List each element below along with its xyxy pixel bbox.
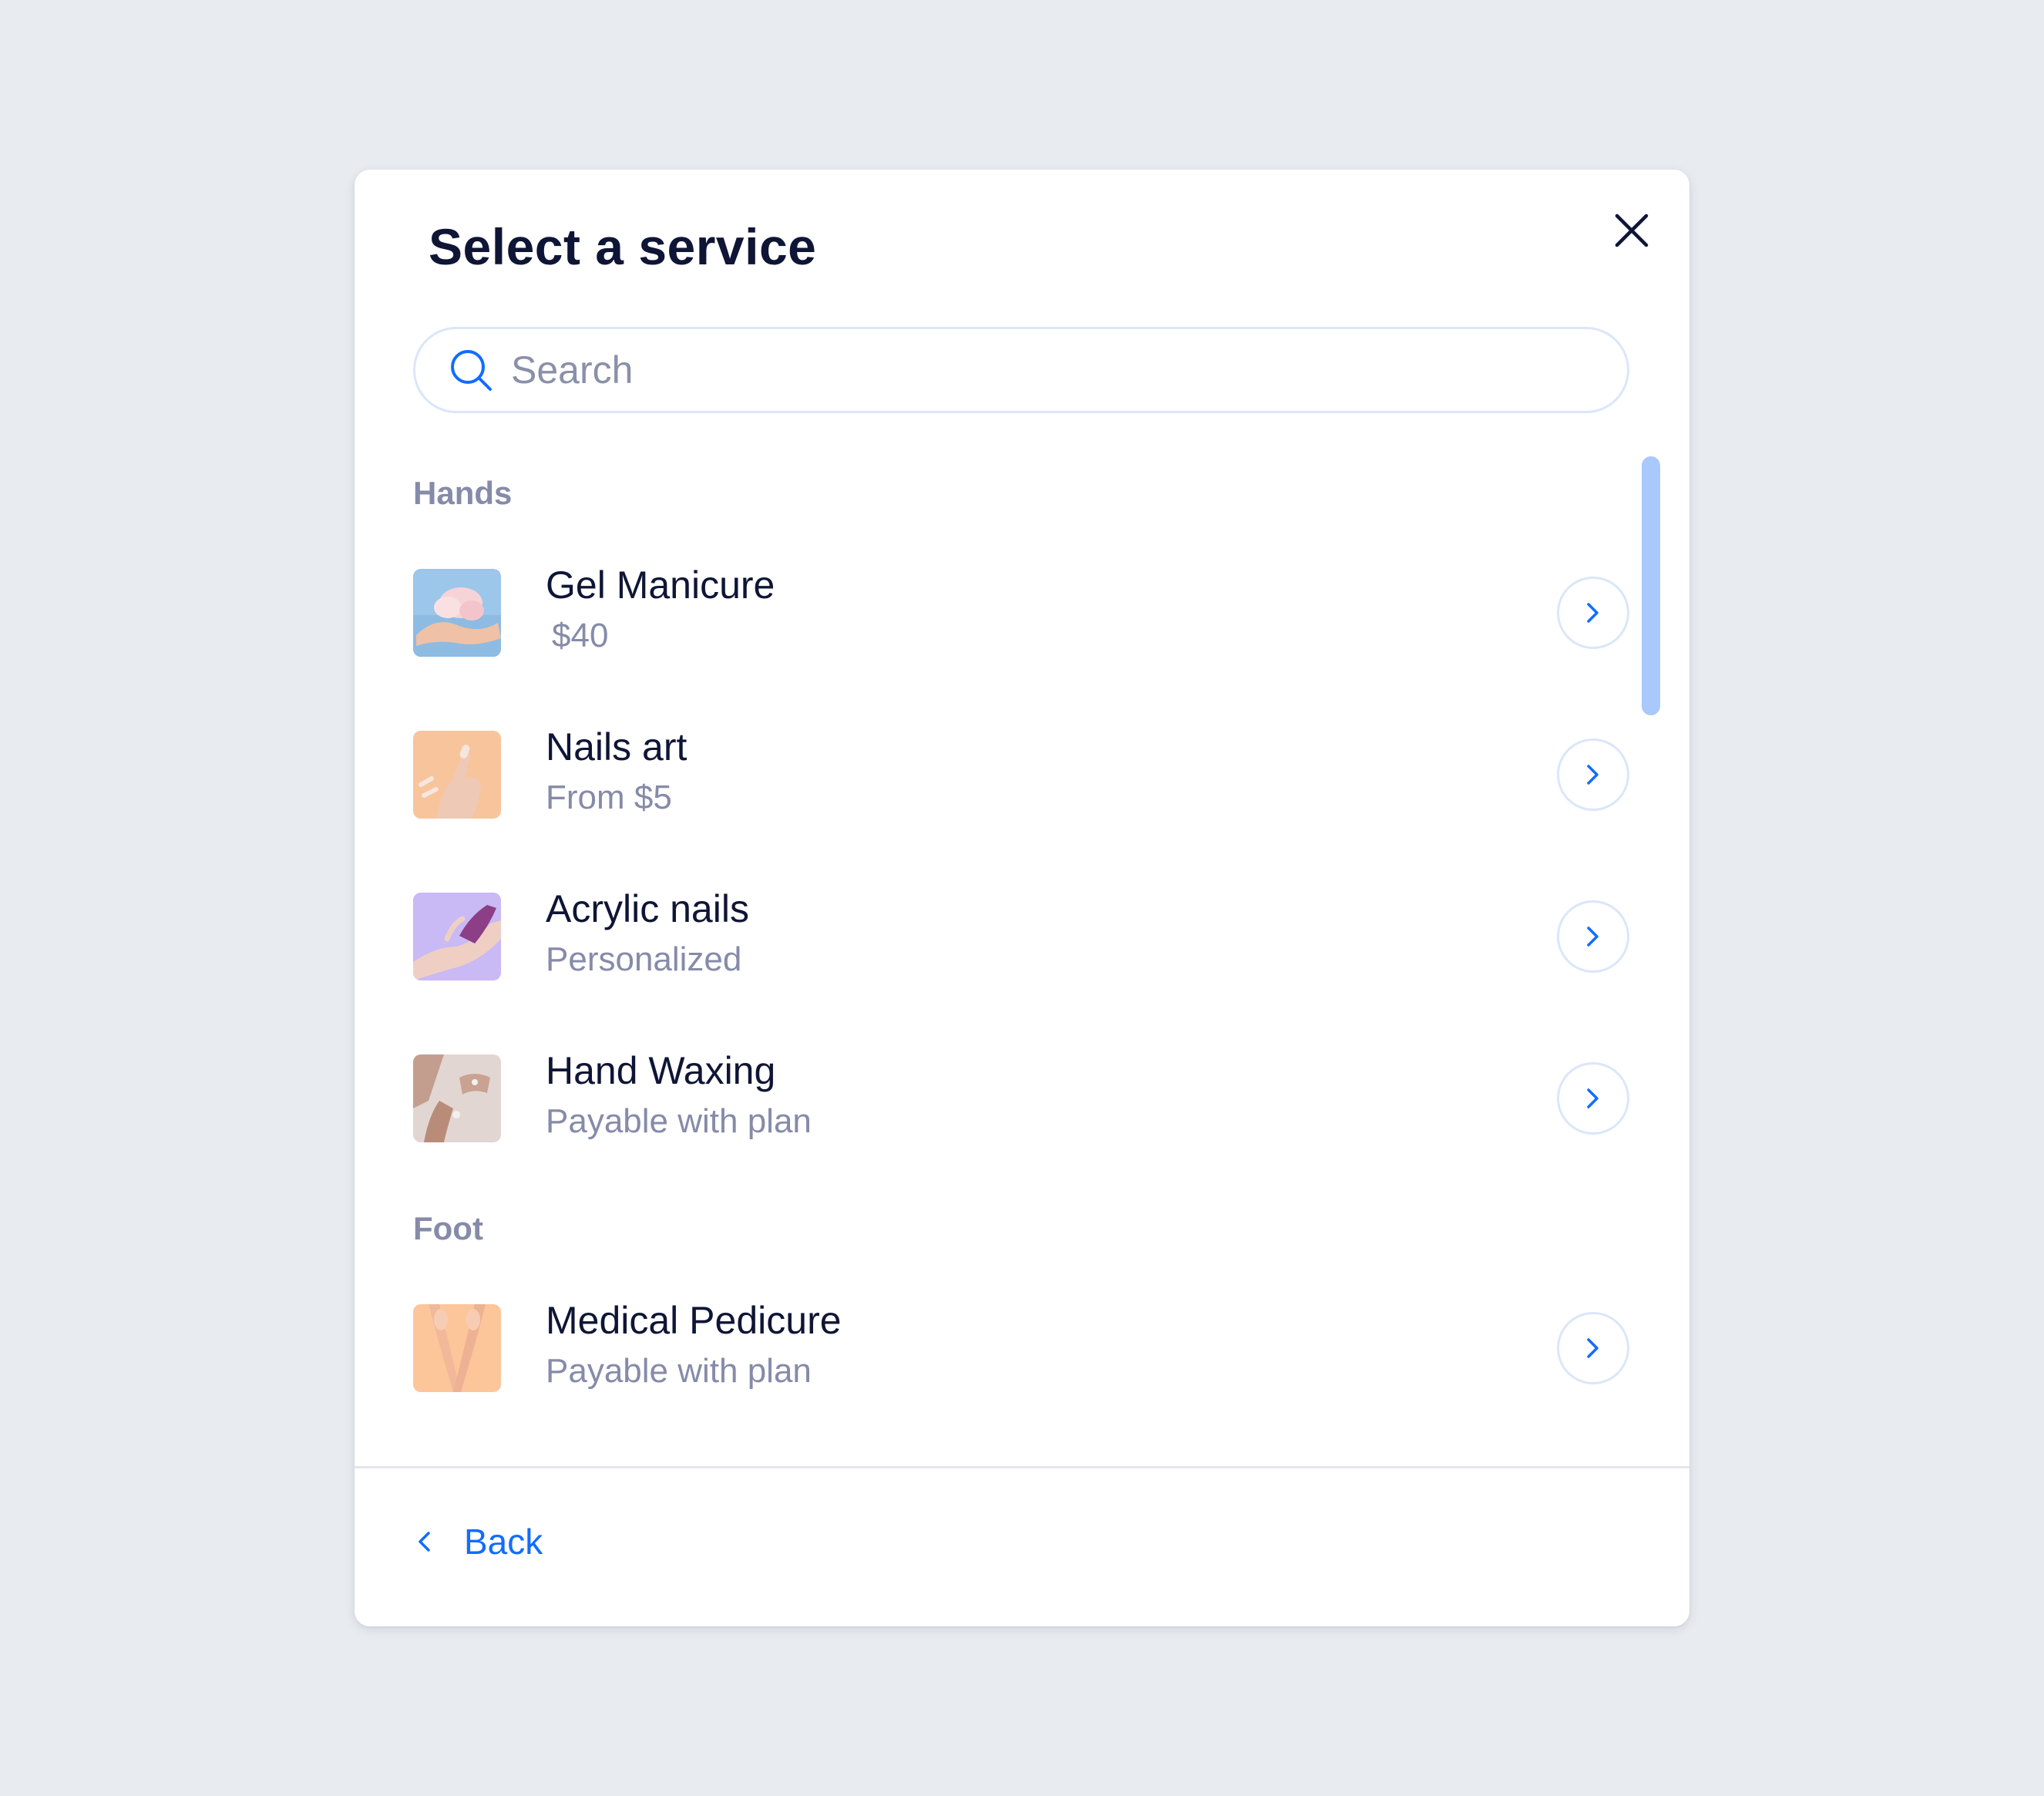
dialog-title: Select a service [429,218,817,275]
service-item-medical-pedicure[interactable]: Medical Pedicure Payable with plan [413,1299,1631,1392]
open-service-button[interactable] [1557,1312,1629,1384]
service-name: Hand Waxing [546,1049,776,1092]
service-item-gel-manicure[interactable]: Gel Manicure $40 [413,563,1631,657]
service-detail: Payable with plan [546,1102,812,1140]
chevron-right-icon [1587,1338,1599,1358]
service-name: Medical Pedicure [546,1299,842,1342]
chevron-right-icon [1587,603,1599,623]
open-service-button[interactable] [1557,738,1629,811]
service-thumbnail [413,1054,501,1142]
search-icon [448,347,494,393]
service-name: Gel Manicure [546,563,775,607]
service-name: Acrylic nails [546,887,749,930]
scrollbar-thumb[interactable] [1642,456,1660,715]
service-detail: Payable with plan [546,1352,812,1390]
search-box[interactable] [413,327,1629,413]
service-detail: $40 [552,617,609,654]
close-button[interactable] [1603,202,1660,259]
service-name: Nails art [546,725,687,769]
chevron-right-icon [1587,765,1599,785]
back-label: Back [464,1522,543,1562]
service-thumbnail [413,569,501,657]
service-thumbnail [413,1304,501,1392]
service-thumbnail [413,893,501,980]
back-button[interactable]: Back [416,1521,543,1562]
open-service-button[interactable] [1557,577,1629,649]
service-item-hand-waxing[interactable]: Hand Waxing Payable with plan [413,1049,1631,1142]
close-icon [1615,214,1649,247]
search-input[interactable] [509,347,1576,393]
open-service-button[interactable] [1557,900,1629,973]
service-item-acrylic-nails[interactable]: Acrylic nails Personalized [413,887,1631,980]
open-service-button[interactable] [1557,1062,1629,1135]
chevron-left-icon [419,1532,430,1552]
select-service-dialog: Select a service Hands [355,170,1689,1626]
service-item-nails-art[interactable]: Nails art From $5 [413,725,1631,819]
category-foot: Foot [413,1210,483,1246]
category-hands: Hands [413,475,513,511]
chevron-right-icon [1587,1088,1599,1108]
service-detail: From $5 [546,779,672,816]
service-thumbnail [413,731,501,819]
dialog-footer: Back [355,1466,1689,1626]
service-detail: Personalized [546,940,742,978]
chevron-right-icon [1587,927,1599,947]
